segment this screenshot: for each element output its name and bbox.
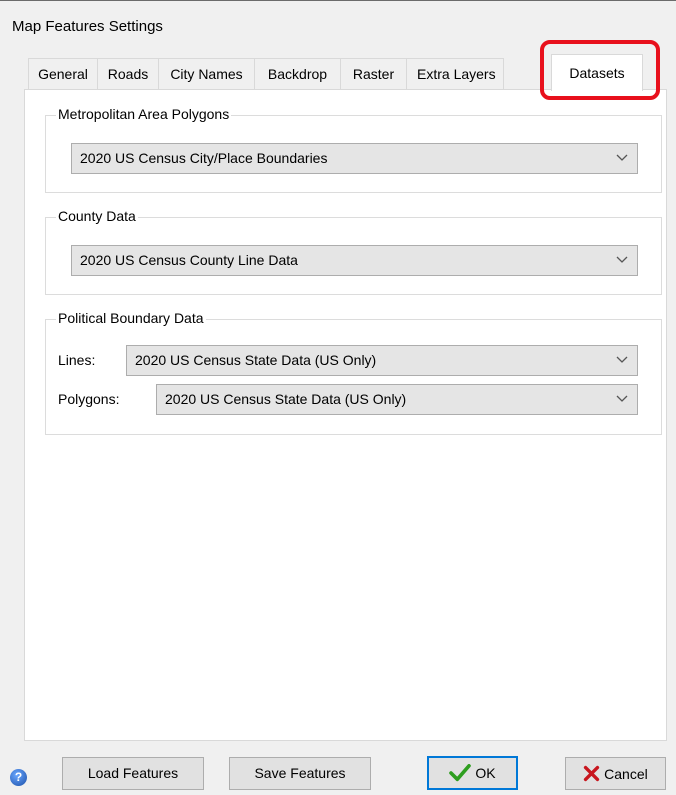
save-features-button[interactable]: Save Features — [229, 757, 371, 790]
tab-backdrop[interactable]: Backdrop — [254, 58, 341, 90]
lines-label: Lines: — [58, 352, 96, 368]
political-boundary-group-label: Political Boundary Data — [56, 310, 206, 326]
cancel-label: Cancel — [604, 766, 648, 782]
polygons-label: Polygons: — [58, 391, 120, 407]
chevron-down-icon — [616, 154, 628, 161]
metro-area-dropdown[interactable]: 2020 US Census City/Place Boundaries — [71, 143, 638, 174]
tab-raster[interactable]: Raster — [340, 58, 407, 90]
county-data-group-label: County Data — [56, 208, 138, 224]
tab-extra-layers[interactable]: Extra Layers — [406, 58, 504, 90]
datasets-panel: Metropolitan Area Polygons 2020 US Censu… — [24, 89, 667, 741]
tab-datasets[interactable]: Datasets — [551, 54, 643, 91]
county-data-group: County Data 2020 US Census County Line D… — [45, 208, 662, 295]
tab-general[interactable]: General — [28, 58, 98, 90]
lines-dropdown[interactable]: 2020 US Census State Data (US Only) — [126, 345, 638, 376]
county-data-dropdown[interactable]: 2020 US Census County Line Data — [71, 245, 638, 276]
ok-button[interactable]: OK — [427, 756, 518, 790]
tab-roads[interactable]: Roads — [97, 58, 159, 90]
checkmark-icon — [449, 764, 472, 782]
window-top-border — [0, 0, 676, 1]
ok-label: OK — [475, 765, 496, 781]
help-icon[interactable]: ? — [10, 769, 27, 786]
polygons-selected: 2020 US Census State Data (US Only) — [165, 391, 407, 407]
polygons-dropdown[interactable]: 2020 US Census State Data (US Only) — [156, 384, 638, 415]
x-icon — [584, 765, 600, 782]
political-boundary-group: Political Boundary Data Lines: 2020 US C… — [45, 310, 662, 435]
metro-area-group: Metropolitan Area Polygons 2020 US Censu… — [45, 106, 662, 193]
chevron-down-icon — [616, 356, 628, 363]
chevron-down-icon — [616, 256, 628, 263]
metro-area-group-label: Metropolitan Area Polygons — [56, 106, 232, 122]
chevron-down-icon — [616, 395, 628, 402]
county-data-selected: 2020 US Census County Line Data — [80, 252, 298, 268]
window-title: Map Features Settings — [12, 18, 163, 35]
load-features-button[interactable]: Load Features — [62, 757, 204, 790]
lines-selected: 2020 US Census State Data (US Only) — [135, 352, 377, 368]
cancel-button[interactable]: Cancel — [565, 757, 666, 790]
tab-city-names[interactable]: City Names — [158, 58, 255, 90]
metro-area-selected: 2020 US Census City/Place Boundaries — [80, 150, 328, 166]
